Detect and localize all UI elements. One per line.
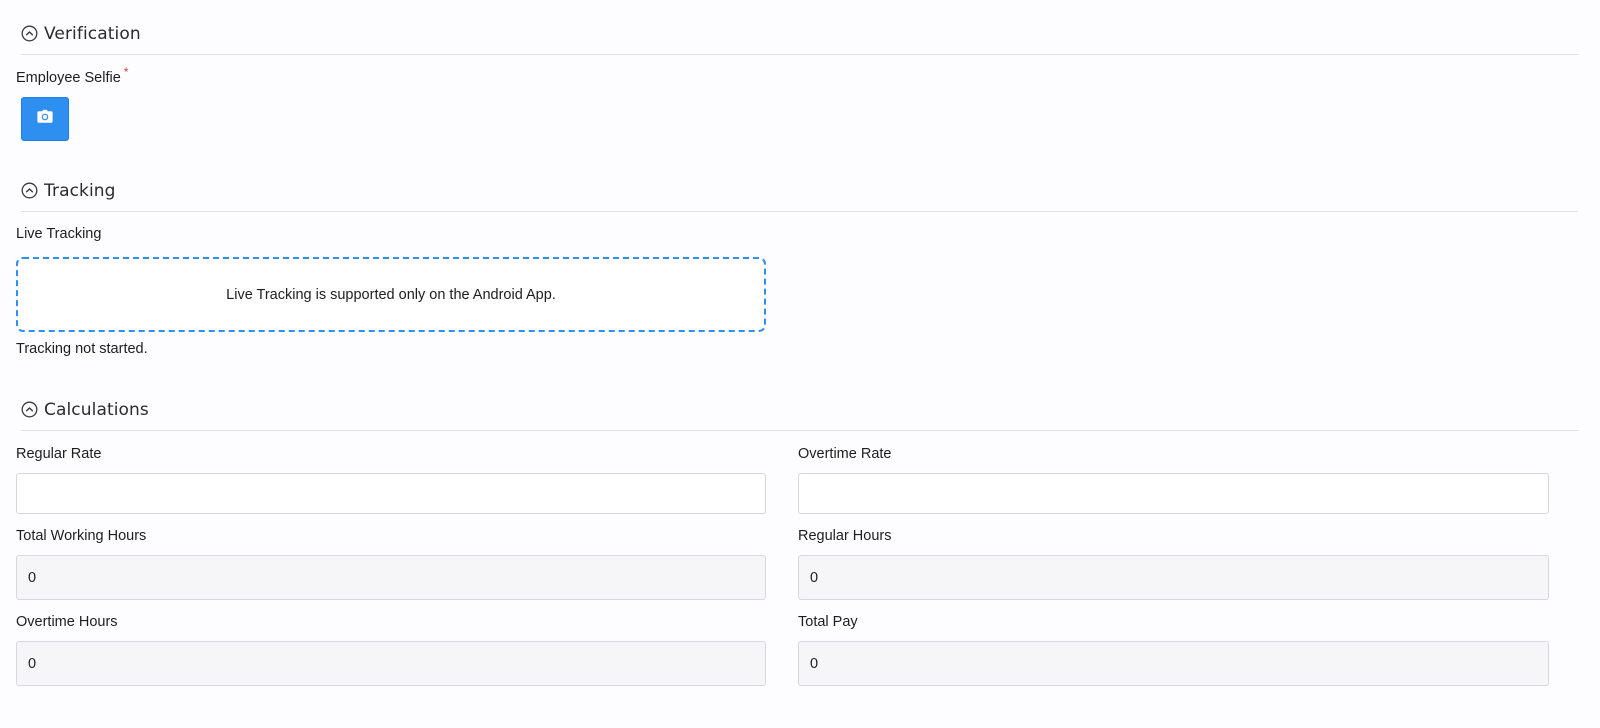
regular-hours-label: Regular Hours bbox=[798, 528, 892, 544]
total-pay-field: 0 bbox=[798, 641, 1549, 686]
live-tracking-notice-text: Live Tracking is supported only on the A… bbox=[226, 286, 556, 303]
chevron-up-circle-icon[interactable] bbox=[21, 182, 38, 199]
overtime-hours-label: Overtime Hours bbox=[16, 614, 118, 630]
tracking-section-header[interactable]: Tracking bbox=[21, 170, 1578, 212]
take-selfie-button[interactable] bbox=[21, 97, 69, 141]
employee-selfie-label: Employee Selfie * bbox=[16, 65, 128, 86]
total-working-hours-label: Total Working Hours bbox=[16, 528, 147, 544]
overtime-hours-field: 0 bbox=[16, 641, 766, 686]
required-asterisk: * bbox=[123, 65, 129, 79]
camera-icon bbox=[36, 109, 54, 130]
total-working-hours-field: 0 bbox=[16, 555, 766, 600]
chevron-up-circle-icon[interactable] bbox=[21, 25, 38, 42]
overtime-rate-input[interactable] bbox=[798, 473, 1549, 514]
regular-rate-input[interactable] bbox=[16, 473, 766, 514]
calculations-section-header[interactable]: Calculations bbox=[21, 389, 1578, 431]
employee-selfie-label-text: Employee Selfie bbox=[16, 70, 121, 86]
tracking-status-text: Tracking not started. bbox=[16, 341, 148, 357]
form-page: Verification Employee Selfie * Tracking L… bbox=[0, 0, 1600, 728]
overtime-rate-label: Overtime Rate bbox=[798, 446, 892, 462]
verification-section-title: Verification bbox=[44, 23, 141, 44]
live-tracking-notice-box: Live Tracking is supported only on the A… bbox=[16, 257, 766, 332]
total-pay-label: Total Pay bbox=[798, 614, 858, 630]
live-tracking-label: Live Tracking bbox=[16, 226, 102, 242]
tracking-section-title: Tracking bbox=[44, 180, 116, 201]
calculations-section-title: Calculations bbox=[44, 399, 149, 420]
regular-rate-label: Regular Rate bbox=[16, 446, 102, 462]
chevron-up-circle-icon[interactable] bbox=[21, 401, 38, 418]
regular-hours-field: 0 bbox=[798, 555, 1549, 600]
verification-section-header[interactable]: Verification bbox=[21, 13, 1578, 55]
